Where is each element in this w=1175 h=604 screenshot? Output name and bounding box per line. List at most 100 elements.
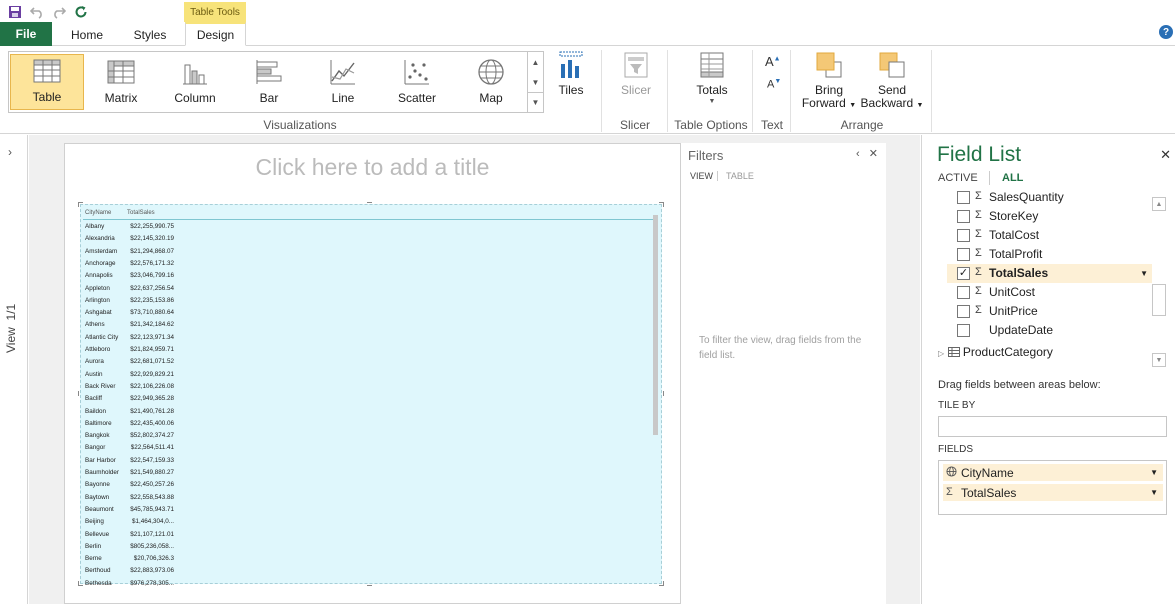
save-icon[interactable] [6,3,24,21]
view-indicator[interactable]: View 1/1 [4,304,18,353]
tiles-button[interactable]: Tiles [552,50,590,97]
field-list-scroll-thumb[interactable] [1152,284,1166,316]
viz-scatter-button[interactable]: Scatter [380,54,454,110]
tab-styles[interactable]: Styles [120,24,180,46]
field-dropdown-icon[interactable]: ▼ [1140,269,1148,278]
cell-cityname: Berne [85,555,102,563]
field-item-unitprice[interactable]: Σ UnitPrice [947,302,1152,321]
gallery-down-icon[interactable]: ▼ [528,72,543,92]
column-header-cityname[interactable]: CityName [85,210,111,216]
field-item-unitcost[interactable]: Σ UnitCost [947,283,1152,302]
field-list-tab-all[interactable]: ALL [1002,172,1023,184]
field-item-totalprofit[interactable]: Σ TotalProfit [947,245,1152,264]
field-checkbox[interactable] [957,229,970,242]
cell-totalsales: $22,145,320.19 [130,235,174,243]
resize-handle[interactable] [367,581,372,586]
cell-cityname: Alexandria [85,235,115,243]
table-row: Bellevue $21,107,121.01 [85,529,185,541]
viz-column-button[interactable]: Column [158,54,232,110]
field-pill-dropdown-icon[interactable]: ▼ [1150,488,1158,497]
refresh-icon[interactable] [72,3,90,21]
gallery-up-icon[interactable]: ▲ [528,52,543,72]
redo-icon[interactable] [50,3,68,21]
field-list-table-productcategory[interactable]: ▷ ProductCategory [938,345,1053,359]
viz-line-button[interactable]: Line [306,54,380,110]
viz-table-button[interactable]: Table [10,54,84,110]
cell-totalsales: $21,107,121.01 [130,530,174,538]
expand-views-icon[interactable]: › [8,145,12,159]
increase-font-label: A [765,54,774,69]
group-table-options-label: Table Options [674,118,748,132]
table-visualization[interactable]: CityName TotalSales Albany $22,255,990.75… [78,202,664,587]
group-separator [931,50,932,132]
table-row: Arlington $22,235,153.86 [85,295,185,307]
resize-handle[interactable] [659,202,664,207]
field-list-scroll-down-icon[interactable]: ▼ [1152,353,1166,367]
field-pill-name: TotalSales [961,486,1017,500]
table-row: Appleton $22,637,256.54 [85,283,185,295]
field-checkbox[interactable] [957,286,970,299]
cell-totalsales: $21,490,761.28 [130,407,174,415]
gallery-more-icon[interactable]: ▼ [528,92,543,112]
resize-handle[interactable] [78,581,83,586]
tab-file[interactable]: File [0,22,52,46]
decrease-font-button[interactable]: A▼ [767,78,781,91]
totals-button[interactable]: Totals ▼ [690,50,734,105]
close-field-list-icon[interactable]: ✕ [1160,147,1171,163]
fields-drop-area[interactable]: CityName ▼ Σ TotalSales ▼ [938,460,1167,515]
table-row: Baildon $21,490,761.28 [85,406,185,418]
field-pill-dropdown-icon[interactable]: ▼ [1150,468,1158,477]
filters-tab-view[interactable]: VIEW [690,171,713,181]
report-title-placeholder[interactable]: Click here to add a title [65,154,680,181]
title-bar: Table Tools [0,0,1175,24]
field-item-totalcost[interactable]: Σ TotalCost [947,226,1152,245]
resize-handle[interactable] [78,391,83,396]
field-pill-totalsales[interactable]: Σ TotalSales ▼ [943,484,1163,501]
field-item-storekey[interactable]: Σ StoreKey [947,207,1152,226]
send-backward-button[interactable]: Send Backward ▼ [860,50,924,112]
viz-map-button[interactable]: Map [454,54,528,110]
filters-tab-table[interactable]: TABLE [726,171,754,181]
collapse-filters-icon[interactable]: ‹ [856,148,860,160]
resize-handle[interactable] [659,391,664,396]
field-pill-cityname[interactable]: CityName ▼ [943,464,1163,481]
close-filters-icon[interactable]: ✕ [869,148,878,160]
cell-totalsales: $805,236,058... [130,542,174,550]
cell-cityname: Anchorage [85,259,116,267]
field-list-tab-active[interactable]: ACTIVE [938,172,978,184]
increase-font-button[interactable]: A▲ [765,54,781,69]
cell-totalsales: $23,046,799.16 [130,272,174,280]
table-row: Bethesda $976,278,305... [85,578,185,590]
field-item-salesquantity[interactable]: Σ SalesQuantity [947,191,1152,207]
field-checkbox[interactable]: ✓ [957,267,970,280]
field-checkbox[interactable] [957,191,970,204]
column-header-totalsales[interactable]: TotalSales [127,210,155,216]
field-checkbox[interactable] [957,210,970,223]
slicer-button[interactable]: Slicer [613,50,659,97]
help-icon[interactable]: ? [1159,25,1173,39]
bring-forward-button[interactable]: Bring Forward ▼ [800,50,858,112]
cell-totalsales: $22,949,365.28 [130,395,174,403]
tab-design[interactable]: Design [185,22,246,46]
filters-empty-hint: To filter the view, drag fields from the… [699,335,862,361]
cell-cityname: Berthoud [85,567,111,575]
viz-bar-button[interactable]: Bar [232,54,306,110]
tile-by-drop-area[interactable] [938,416,1167,437]
field-item-totalsales[interactable]: ✓ Σ TotalSales ▼ [947,264,1152,283]
resize-handle[interactable] [659,581,664,586]
cell-totalsales: $22,123,971.34 [130,333,174,341]
resize-handle[interactable] [78,202,83,207]
field-item-updatedate[interactable]: UpdateDate [947,321,1152,340]
field-checkbox[interactable] [957,324,970,337]
table-scrollbar[interactable] [653,215,658,435]
field-checkbox[interactable] [957,305,970,318]
globe-icon [946,466,957,480]
totals-dropdown-icon: ▼ [708,98,716,105]
field-list-scroll-up-icon[interactable]: ▲ [1152,197,1166,211]
viz-matrix-button[interactable]: Matrix [84,54,158,110]
resize-handle[interactable] [367,202,372,207]
undo-icon[interactable] [28,3,46,21]
bring-forward-line1: Bring [814,83,843,97]
field-checkbox[interactable] [957,248,970,261]
tab-home[interactable]: Home [56,24,118,46]
